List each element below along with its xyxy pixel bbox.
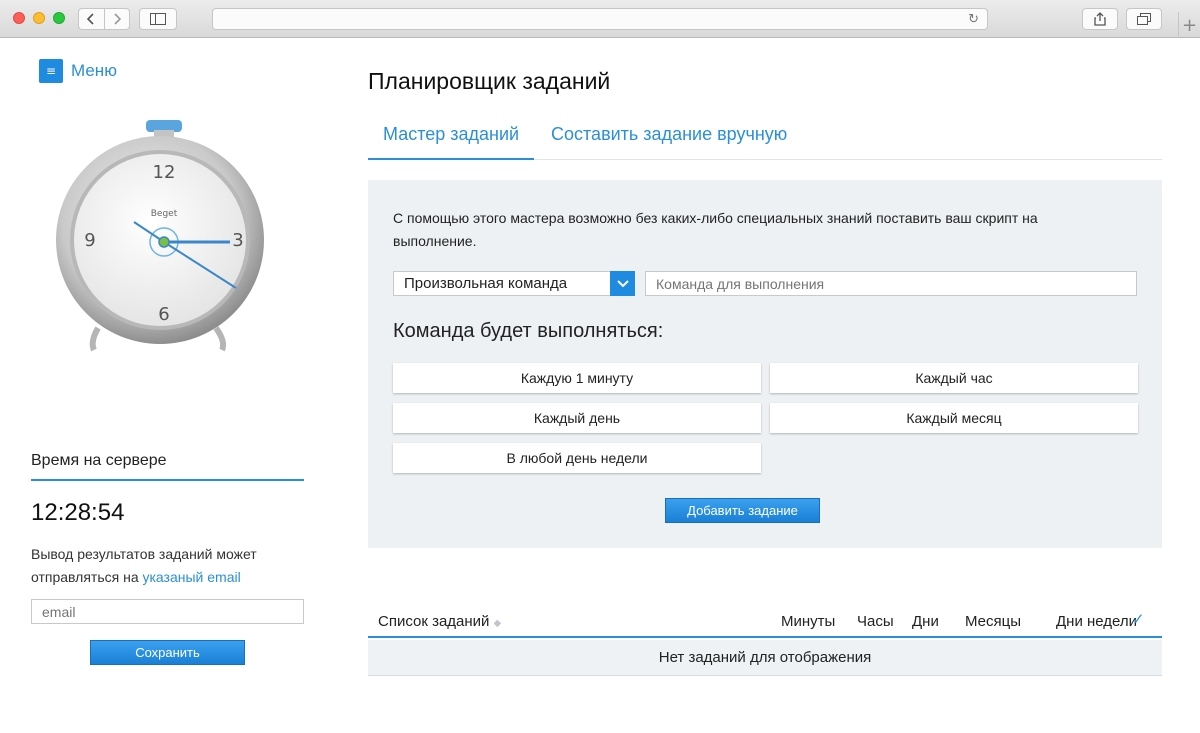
show-tabs-button[interactable] bbox=[1126, 8, 1162, 30]
clock-number-3: 3 bbox=[232, 230, 243, 251]
sidebar-toggle-button[interactable] bbox=[139, 8, 177, 30]
page-title: Планировщик заданий bbox=[368, 68, 611, 94]
wizard-description: С помощью этого мастера возможно без как… bbox=[393, 210, 1038, 249]
checkmark-icon[interactable]: ✓ bbox=[1132, 610, 1145, 628]
server-time-title: Время на сервере bbox=[31, 452, 167, 469]
reload-icon[interactable]: ↻ bbox=[968, 12, 979, 27]
zoom-window-button[interactable] bbox=[53, 12, 65, 24]
email-note: Вывод результатов заданий может отправля… bbox=[31, 543, 311, 589]
alarm-clock-illustration: 12 3 6 9 Beget bbox=[56, 120, 264, 352]
clock-number-9: 9 bbox=[84, 230, 95, 251]
any-weekday-button[interactable]: В любой день недели bbox=[393, 443, 761, 473]
tabs-icon bbox=[1137, 13, 1151, 25]
sort-icon[interactable]: ◆ bbox=[493, 618, 501, 629]
schedule-title: Команда будет выполняться: bbox=[393, 320, 664, 342]
sidebar-icon bbox=[150, 13, 166, 25]
tab-wizard[interactable]: Мастер заданий bbox=[368, 116, 535, 160]
new-tab-button[interactable]: + bbox=[1178, 12, 1200, 38]
menu-label: Меню bbox=[71, 61, 117, 80]
every-hour-button[interactable]: Каждый час bbox=[770, 363, 1138, 393]
clock-leg-right bbox=[213, 326, 227, 352]
email-field[interactable] bbox=[31, 599, 304, 624]
clock-brand: Beget bbox=[151, 209, 178, 219]
column-task-list[interactable]: Список заданий ◆ bbox=[378, 613, 501, 630]
task-empty-row: Нет заданий для отображения bbox=[368, 640, 1162, 676]
clock-number-12: 12 bbox=[153, 162, 176, 183]
command-type-value: Произвольная команда bbox=[404, 275, 568, 292]
every-month-button[interactable]: Каждый месяц bbox=[770, 403, 1138, 433]
column-days: Дни bbox=[912, 613, 939, 630]
command-input[interactable] bbox=[645, 271, 1137, 296]
every-day-button[interactable]: Каждый день bbox=[393, 403, 761, 433]
command-type-select[interactable]: Произвольная команда bbox=[393, 271, 635, 296]
save-button[interactable]: Сохранить bbox=[90, 640, 245, 665]
email-settings-link[interactable]: указаный email bbox=[143, 569, 241, 585]
column-hours: Часы bbox=[857, 613, 894, 630]
minimize-window-button[interactable] bbox=[33, 12, 45, 24]
chevron-down-icon[interactable] bbox=[610, 271, 635, 296]
every-minute-button[interactable]: Каждую 1 минуту bbox=[393, 363, 761, 393]
clock-number-6: 6 bbox=[158, 304, 169, 325]
close-window-button[interactable] bbox=[13, 12, 25, 24]
tab-manual[interactable]: Составить задание вручную bbox=[536, 116, 802, 160]
browser-toolbar: ↻ + bbox=[0, 0, 1200, 38]
history-nav bbox=[78, 8, 130, 30]
column-months: Месяцы bbox=[965, 613, 1022, 630]
clock-leg-left bbox=[89, 326, 101, 352]
chevron-right-icon bbox=[114, 13, 121, 25]
menu-toggle[interactable]: ≡ Меню bbox=[39, 59, 117, 83]
share-icon bbox=[1094, 12, 1106, 26]
share-button[interactable] bbox=[1082, 8, 1118, 30]
task-table-header: Список заданий ◆ Минуты Часы Дни Месяцы Д… bbox=[368, 606, 1162, 638]
column-weekdays: Дни недели bbox=[1056, 613, 1138, 630]
forward-button[interactable] bbox=[105, 9, 130, 29]
column-task-list-label: Список заданий bbox=[378, 613, 490, 630]
server-time-value: 12:28:54 bbox=[31, 499, 125, 526]
back-button[interactable] bbox=[79, 9, 105, 29]
chevron-left-icon bbox=[87, 13, 94, 25]
wizard-panel: С помощью этого мастера возможно без как… bbox=[368, 180, 1162, 548]
add-task-button[interactable]: Добавить задание bbox=[665, 498, 820, 523]
column-minutes: Минуты bbox=[781, 613, 836, 630]
tab-bar: Мастер заданий Составить задание вручную bbox=[368, 116, 1162, 160]
hamburger-icon: ≡ bbox=[39, 59, 63, 83]
divider bbox=[31, 479, 304, 481]
address-bar[interactable]: ↻ bbox=[212, 8, 988, 30]
